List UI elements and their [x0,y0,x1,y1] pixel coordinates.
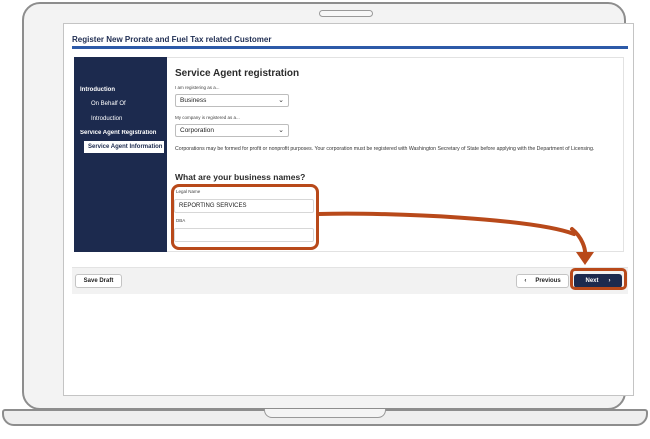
save-draft-button[interactable]: Save Draft [75,274,122,288]
sidebar-item-introduction[interactable]: Introduction [80,87,115,93]
corporation-note: Corporations may be formed for profit or… [175,146,595,152]
laptop-frame: Register New Prorate and Fuel Tax relate… [22,2,634,410]
chevron-down-icon: ⌄ [278,97,284,104]
previous-button[interactable]: ‹ Previous [516,274,569,288]
registering-as-label: I am registering as a... [175,85,220,90]
form-heading: Service Agent registration [175,68,300,79]
laptop-base-notch [264,409,386,418]
business-names-heading: What are your business names? [175,172,306,182]
company-registered-label: My company is registered as a... [175,115,240,120]
footer-bar: Save Draft ‹ Previous Next › [72,267,628,294]
company-registered-select[interactable]: Corporation ⌄ [175,124,289,137]
company-registered-value: Corporation [180,127,214,134]
sidebar-item-introduction-sub[interactable]: Introduction [91,116,122,122]
sidebar-item-service-agent-registration[interactable]: Service Agent Registration [80,130,164,136]
sidebar: Introduction On Behalf Of Introduction S… [74,57,167,252]
screen: Register New Prorate and Fuel Tax relate… [63,23,634,396]
registering-as-select[interactable]: Business ⌄ [175,94,289,107]
business-names-callout [171,184,319,250]
previous-label: Previous [535,278,561,284]
next-button-callout [570,268,627,290]
chevron-down-icon: ⌄ [278,127,284,134]
camera-notch [319,10,373,17]
page-title: Register New Prorate and Fuel Tax relate… [72,35,272,44]
sidebar-item-on-behalf-of[interactable]: On Behalf Of [91,101,126,107]
sidebar-item-service-agent-information[interactable]: Service Agent Information [84,141,164,153]
chevron-left-icon: ‹ [524,278,527,284]
registering-as-value: Business [180,97,207,104]
title-divider [72,46,628,49]
